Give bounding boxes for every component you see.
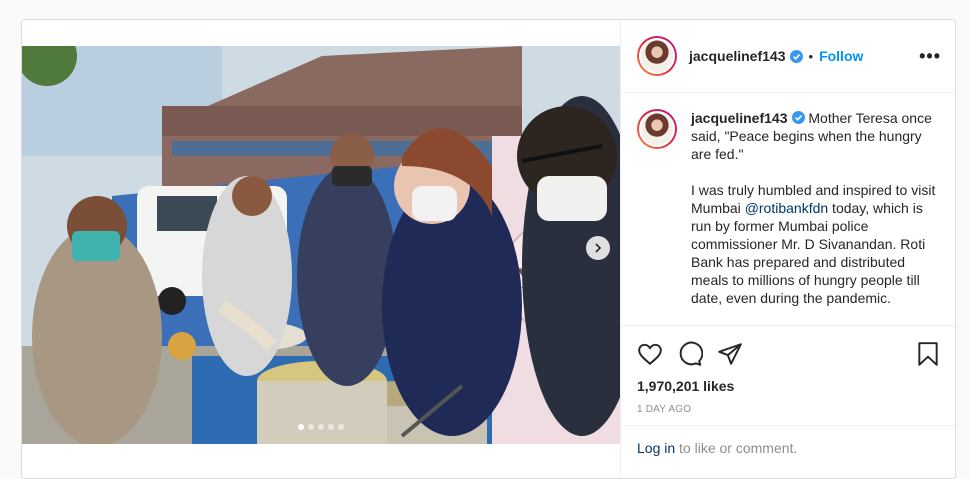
bookmark-icon[interactable] — [915, 341, 941, 367]
post-side-panel: jacquelinef143 • Follow ••• jacquelinef1… — [620, 20, 955, 478]
caption-text: jacquelinef143 Mother Teresa once said, … — [691, 109, 941, 325]
chevron-right-icon — [595, 243, 602, 253]
post-timestamp[interactable]: 1 DAY AGO — [637, 404, 941, 415]
verified-icon — [789, 49, 803, 63]
carousel-indicator — [22, 424, 620, 430]
carousel-next-button[interactable] — [586, 236, 610, 260]
login-prompt: Log in to like or comment. — [621, 425, 955, 470]
comment-icon[interactable] — [677, 341, 703, 367]
login-link[interactable]: Log in — [637, 440, 675, 456]
share-icon[interactable] — [717, 341, 743, 367]
avatar[interactable] — [637, 36, 677, 76]
mention-link[interactable]: @rotibankfdn — [745, 200, 828, 216]
post-header: jacquelinef143 • Follow ••• — [621, 20, 955, 93]
follow-button[interactable]: Follow — [819, 48, 863, 64]
caption: jacquelinef143 Mother Teresa once said, … — [621, 93, 955, 325]
carousel-dot — [338, 424, 344, 430]
carousel-dot — [328, 424, 334, 430]
username-link[interactable]: jacquelinef143 — [689, 48, 786, 64]
action-icons — [637, 334, 941, 374]
more-options-button[interactable]: ••• — [919, 46, 941, 67]
heart-icon[interactable] — [637, 341, 663, 367]
likes-count[interactable]: 1,970,201 likes — [637, 378, 941, 394]
carousel-dot — [298, 424, 304, 430]
instagram-post: YOLO — [21, 19, 956, 479]
caption-avatar[interactable] — [637, 109, 677, 149]
verified-icon — [791, 111, 805, 124]
carousel-dot — [308, 424, 314, 430]
caption-username[interactable]: jacquelinef143 — [691, 110, 788, 126]
login-suffix: to like or comment. — [675, 440, 798, 456]
photo-illustration: YOLO — [22, 46, 620, 444]
post-actions: 1,970,201 likes 1 DAY AGO — [621, 325, 955, 415]
carousel-dot — [318, 424, 324, 430]
separator-dot: • — [808, 48, 814, 64]
post-photo[interactable]: YOLO — [22, 46, 620, 444]
